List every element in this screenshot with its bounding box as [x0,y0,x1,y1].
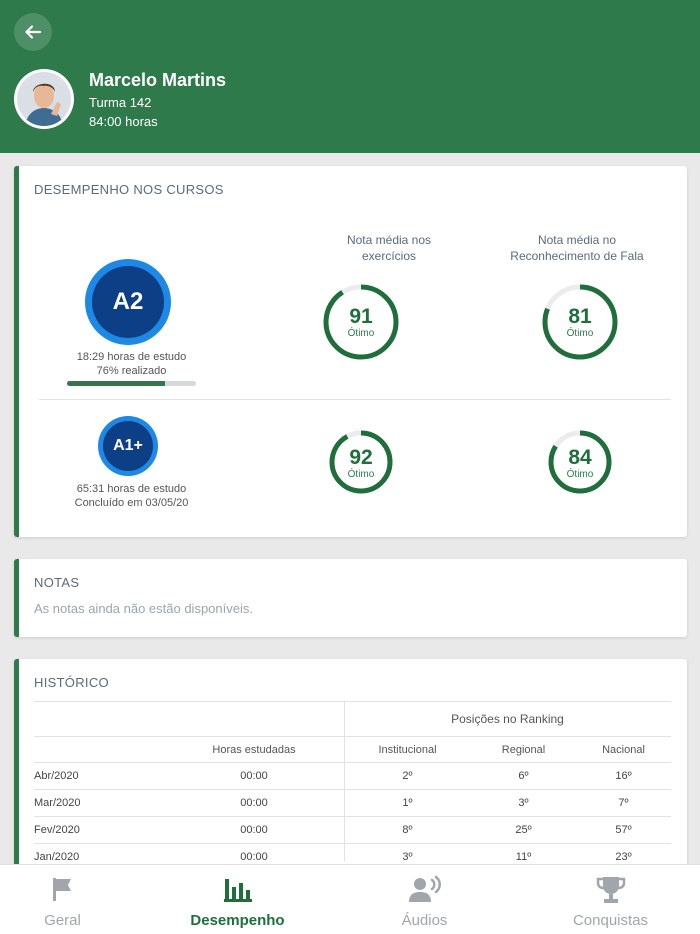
study-info-a1plus: 65:31 horas de estudo Concluído em 03/05… [74,483,189,509]
col-institutional: Institucional [378,743,437,756]
bar-chart-icon [223,879,252,902]
user-hours: 84:00 horas [89,114,158,129]
level-badge-a2[interactable]: A2 [85,259,171,345]
arrow-left-icon [25,25,42,39]
user-name: Marcelo Martins [89,70,227,90]
cell-month: Abr/2020 [34,770,79,782]
cell-hours: 00:00 [240,824,268,836]
table-row: Fev/2020 00:00 8º 25º 57º [34,817,671,844]
cell-hours: 00:00 [240,797,268,809]
nav-geral[interactable]: Geral [0,865,150,934]
notes-title: NOTAS [34,575,80,590]
cell-hours: 00:00 [240,770,268,782]
performance-card: DESEMPENHO NOS CURSOS Nota média nos exe… [14,166,687,537]
nav-desempenho[interactable]: Desempenho [150,865,325,934]
study-info-a2: 18:29 horas de estudo 76% realizado [76,351,187,377]
exercises-column-header: Nota média nos exercícios [346,233,432,263]
cell-regional: 3º [518,797,529,809]
speech-score-a1plus: 84 Ótimo [566,446,594,481]
exercise-score-a2: 91 Ótimo [347,305,375,340]
table-row: Mar/2020 00:00 1º 3º 7º [34,790,671,817]
col-regional: Regional [501,743,546,756]
speech-score-a2: 81 Ótimo [566,305,594,340]
user-class: Turma 142 [89,95,152,110]
course-progress-bar [67,381,196,386]
cell-national: 7º [618,797,629,809]
speaking-person-icon [408,875,441,902]
notes-card: NOTAS As notas ainda não estão disponíve… [14,559,687,637]
history-title: HISTÓRICO [34,675,109,690]
level-badge-a1plus[interactable]: A1+ [98,416,158,476]
nav-label-geral: Geral [44,912,81,929]
ranking-group-header: Posições no Ranking [451,712,564,726]
trophy-icon [596,877,625,903]
cell-national: 16º [615,770,632,782]
cell-regional: 6º [518,770,529,782]
notes-empty-message: As notas ainda não estão disponíveis. [34,601,253,616]
cell-institutional: 8º [402,824,413,836]
back-button[interactable] [14,13,52,51]
table-group-header-row: Posições no Ranking [34,701,671,737]
nav-label-audios: Áudios [401,912,448,929]
col-hours: Horas estudadas [212,743,296,756]
nav-audios[interactable]: Áudios [337,865,512,934]
cell-institutional: 2º [402,770,413,782]
cell-national: 57º [615,824,632,836]
nav-label-desempenho: Desempenho [190,912,285,929]
history-card: HISTÓRICO Posições no Ranking Horas estu… [14,659,687,879]
table-header-row: Horas estudadas Institucional Regional N… [34,737,671,763]
exercise-score-a1plus: 92 Ótimo [347,446,375,481]
course-divider [39,399,671,400]
cell-month: Mar/2020 [34,797,81,809]
cell-institutional: 1º [402,797,413,809]
bottom-navigation: Geral Desempenho Áudios Conquistas [0,864,700,934]
cell-month: Fev/2020 [34,824,80,836]
nav-label-conquistas: Conquistas [572,912,649,929]
profile-header: Marcelo Martins Turma 142 84:00 horas [0,0,700,153]
cell-regional: 25º [515,824,532,836]
avatar [14,69,74,129]
flag-icon [52,878,71,901]
performance-title: DESEMPENHO NOS CURSOS [34,182,224,197]
speech-column-header: Nota média no Reconhecimento de Fala [510,233,644,263]
table-row: Abr/2020 00:00 2º 6º 16º [34,763,671,790]
col-national: Nacional [602,743,645,756]
nav-conquistas[interactable]: Conquistas [523,865,698,934]
